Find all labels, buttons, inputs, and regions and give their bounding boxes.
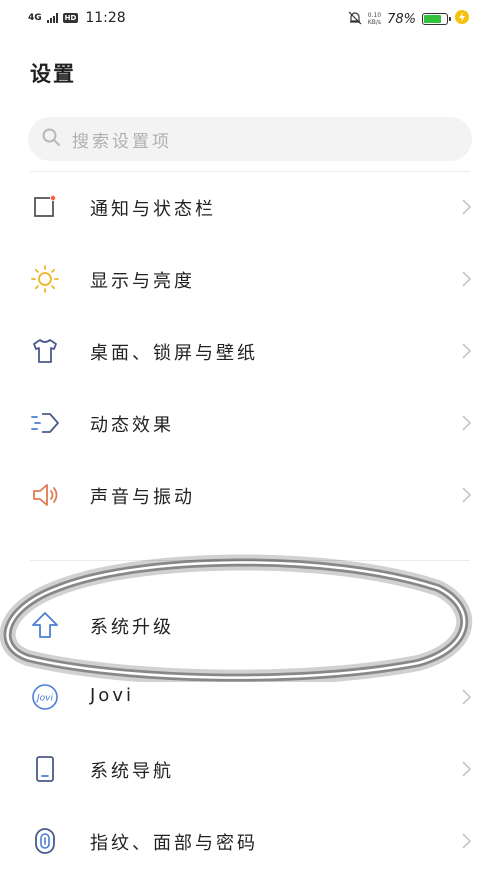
search-icon <box>40 126 62 152</box>
chevron-right-icon <box>462 271 472 287</box>
settings-item-label: 声音与振动 <box>90 487 195 508</box>
settings-item-label: 显示与亮度 <box>90 271 195 292</box>
settings-item-fingerprint[interactable]: 指纹、面部与密码 <box>0 805 500 877</box>
speaker-icon <box>30 480 60 510</box>
settings-item-label: 指纹、面部与密码 <box>90 833 258 854</box>
status-bar: 4G HD 11:28 0.10 KB/s 78% <box>0 0 500 36</box>
silent-bell-icon <box>348 10 362 29</box>
chevron-right-icon <box>462 415 472 431</box>
arrow-up-icon <box>30 610 60 640</box>
settings-item-display[interactable]: 显示与亮度 <box>0 243 500 315</box>
settings-item-label: 系统升级 <box>90 617 174 638</box>
settings-item-label: 系统导航 <box>90 761 174 782</box>
settings-item-label: Jovi <box>90 685 134 706</box>
motion-effect-icon <box>30 408 60 438</box>
fingerprint-icon <box>30 826 60 856</box>
chevron-right-icon <box>462 199 472 215</box>
battery-icon <box>422 13 451 25</box>
settings-item-label: 通知与状态栏 <box>90 199 216 220</box>
search-bar[interactable]: 搜索设置项 <box>28 117 472 161</box>
tshirt-icon <box>30 336 60 366</box>
settings-item-system-update[interactable]: 系统升级 <box>0 589 500 661</box>
charging-icon <box>454 9 470 29</box>
svg-text:Jovi: Jovi <box>35 694 53 704</box>
settings-item-label: 动态效果 <box>90 415 174 436</box>
sun-icon <box>30 264 60 294</box>
chevron-right-icon <box>462 833 472 849</box>
network-speed: 0.10 KB/s <box>367 12 382 26</box>
signal-icon <box>46 13 58 23</box>
notification-icon <box>30 192 60 222</box>
chevron-right-icon <box>462 761 472 777</box>
hd-badge: HD <box>62 13 79 23</box>
search-input[interactable]: 搜索设置项 <box>72 127 172 152</box>
settings-item-wallpaper[interactable]: 桌面、锁屏与壁纸 <box>0 315 500 387</box>
settings-item-label: 桌面、锁屏与壁纸 <box>90 343 258 364</box>
phone-navigation-icon <box>30 754 60 784</box>
settings-item-jovi[interactable]: Jovi Jovi <box>0 661 500 733</box>
chevron-right-icon <box>462 689 472 705</box>
settings-item-navigation[interactable]: 系统导航 <box>0 733 500 805</box>
page-title: 设置 <box>30 62 76 86</box>
settings-item-notifications[interactable]: 通知与状态栏 <box>0 171 500 243</box>
chevron-right-icon <box>462 343 472 359</box>
clock: 11:28 <box>85 10 126 26</box>
divider <box>30 560 470 561</box>
chevron-right-icon <box>462 487 472 503</box>
battery-percent: 78% <box>387 11 416 27</box>
network-type: 4G <box>28 12 42 23</box>
jovi-icon: Jovi <box>30 682 60 712</box>
settings-item-motion[interactable]: 动态效果 <box>0 387 500 459</box>
settings-item-sound[interactable]: 声音与振动 <box>0 459 500 531</box>
